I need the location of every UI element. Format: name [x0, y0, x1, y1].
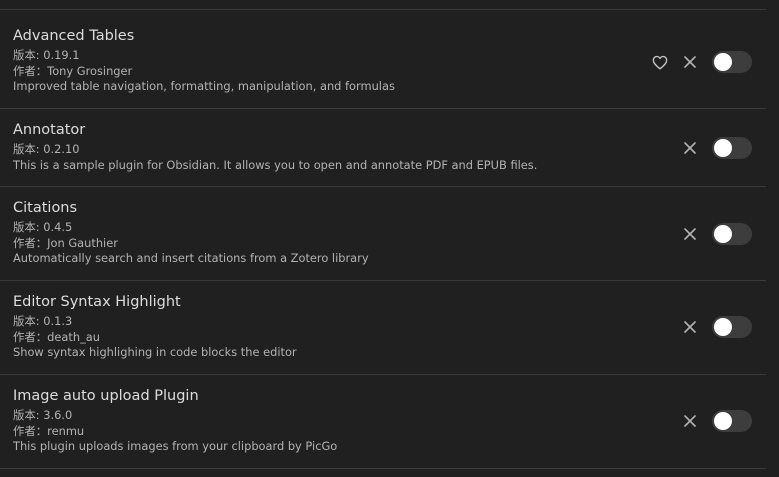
plugin-controls — [649, 51, 752, 73]
plugin-item-citations: Citations 版本: 0.4.5 作者：Jon Gauthier Auto… — [0, 187, 766, 280]
plugin-info: Advanced Tables 版本: 0.19.1 作者：Tony Grosi… — [13, 26, 613, 95]
plugin-toggle[interactable] — [712, 51, 752, 73]
plugin-item-annotator: Annotator 版本: 0.2.10 This is a sample pl… — [0, 109, 766, 186]
installed-plugins-list: Advanced Tables 版本: 0.19.1 作者：Tony Grosi… — [0, 0, 779, 477]
close-icon[interactable] — [679, 316, 701, 338]
plugin-toggle[interactable] — [712, 316, 752, 338]
heart-icon[interactable] — [649, 51, 671, 73]
plugin-author: 作者：renmu — [13, 423, 85, 438]
plugin-controls — [679, 137, 752, 159]
close-icon[interactable] — [679, 51, 701, 73]
plugin-info: Image auto upload Plugin 版本: 3.6.0 作者：re… — [13, 386, 613, 455]
plugin-description: Show syntax highlighing in code blocks t… — [13, 345, 297, 359]
plugin-author: 作者：Tony Grosinger — [13, 63, 133, 78]
plugin-description: Improved table navigation, formatting, m… — [13, 79, 395, 93]
plugin-toggle[interactable] — [712, 223, 752, 245]
plugin-info: Citations 版本: 0.4.5 作者：Jon Gauthier Auto… — [13, 198, 613, 267]
plugin-version: 版本: 0.4.5 — [13, 220, 73, 234]
toggle-knob — [714, 225, 732, 243]
plugin-version: 版本: 0.1.3 — [13, 314, 73, 328]
plugin-controls — [679, 410, 752, 432]
plugin-name: Annotator — [13, 122, 86, 138]
plugin-description: Automatically search and insert citation… — [13, 251, 369, 265]
plugin-item-editor-syntax-highlight: Editor Syntax Highlight 版本: 0.1.3 作者：dea… — [0, 281, 766, 374]
plugin-name: Image auto upload Plugin — [13, 388, 199, 404]
plugin-description: This is a sample plugin for Obsidian. It… — [13, 157, 538, 172]
plugin-name: Editor Syntax Highlight — [13, 294, 181, 310]
plugin-controls — [679, 316, 752, 338]
plugin-name: Advanced Tables — [13, 28, 135, 44]
plugin-name: Citations — [13, 200, 78, 216]
plugin-info: Editor Syntax Highlight 版本: 0.1.3 作者：dea… — [13, 292, 613, 361]
plugin-info: Annotator 版本: 0.2.10 This is a sample pl… — [13, 120, 613, 173]
plugin-item-advanced-tables: Advanced Tables 版本: 0.19.1 作者：Tony Grosi… — [0, 10, 766, 108]
plugin-version: 版本: 0.19.1 — [13, 48, 80, 62]
plugin-toggle[interactable] — [712, 410, 752, 432]
divider — [0, 468, 766, 469]
plugin-version: 版本: 3.6.0 — [13, 408, 73, 422]
close-icon[interactable] — [679, 223, 701, 245]
plugin-toggle[interactable] — [712, 137, 752, 159]
close-icon[interactable] — [679, 410, 701, 432]
plugin-version: 版本: 0.2.10 — [13, 142, 80, 156]
toggle-knob — [714, 139, 732, 157]
toggle-knob — [714, 318, 732, 336]
toggle-knob — [714, 412, 732, 430]
plugin-author: 作者：death_au — [13, 329, 100, 344]
toggle-knob — [714, 53, 732, 71]
plugin-controls — [679, 223, 752, 245]
close-icon[interactable] — [679, 137, 701, 159]
plugin-author: 作者：Jon Gauthier — [13, 235, 118, 250]
plugin-item-image-auto-upload: Image auto upload Plugin 版本: 3.6.0 作者：re… — [0, 375, 766, 468]
plugin-description: This plugin uploads images from your cli… — [13, 439, 338, 453]
